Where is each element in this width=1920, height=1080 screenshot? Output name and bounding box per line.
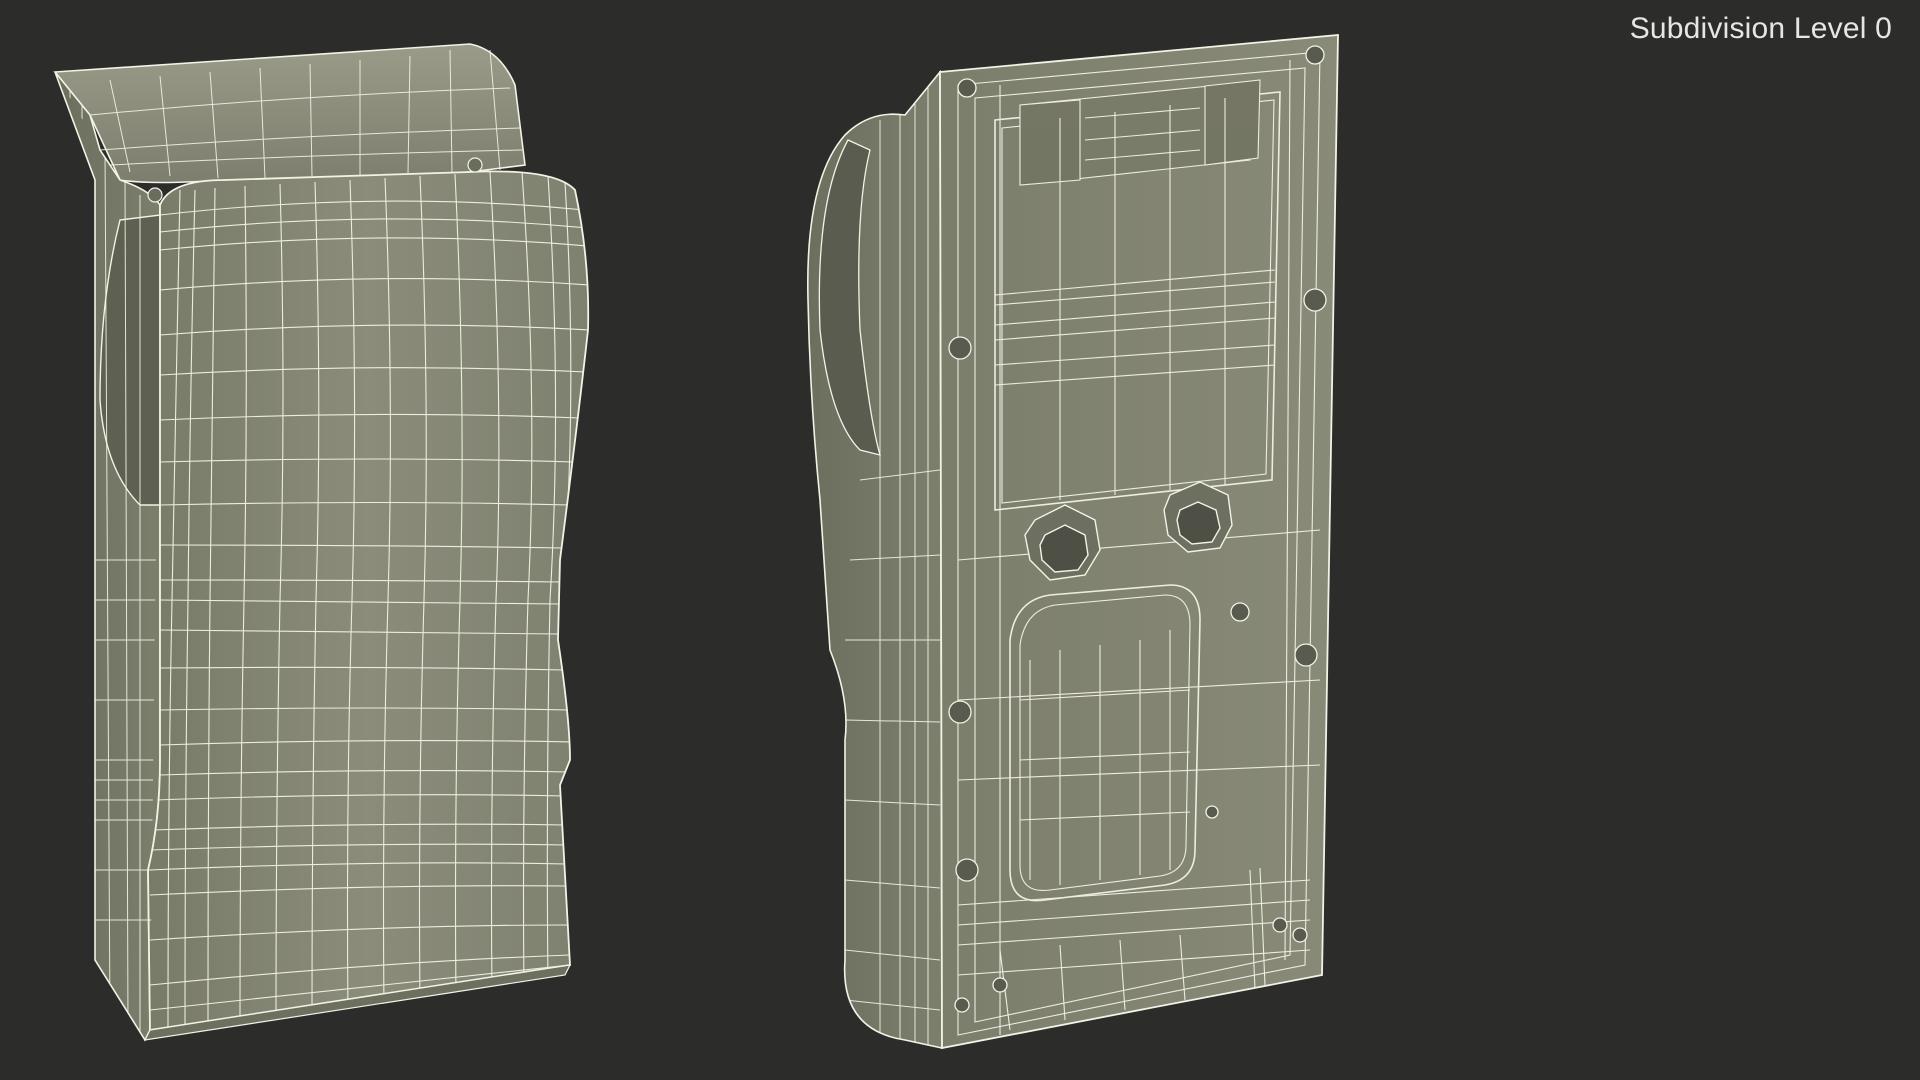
front-bolt-left bbox=[147, 187, 163, 203]
hand-dryer-back-model bbox=[806, 34, 1339, 1050]
wireframe-render bbox=[53, 34, 1339, 1050]
3d-viewport[interactable]: Subdivision Level 0 bbox=[0, 0, 1920, 1080]
front-bolt-right bbox=[467, 157, 483, 173]
front-top-cap bbox=[53, 43, 526, 184]
hand-dryer-front-model bbox=[53, 43, 590, 1042]
subdivision-level-label: Subdivision Level 0 bbox=[1629, 12, 1892, 45]
